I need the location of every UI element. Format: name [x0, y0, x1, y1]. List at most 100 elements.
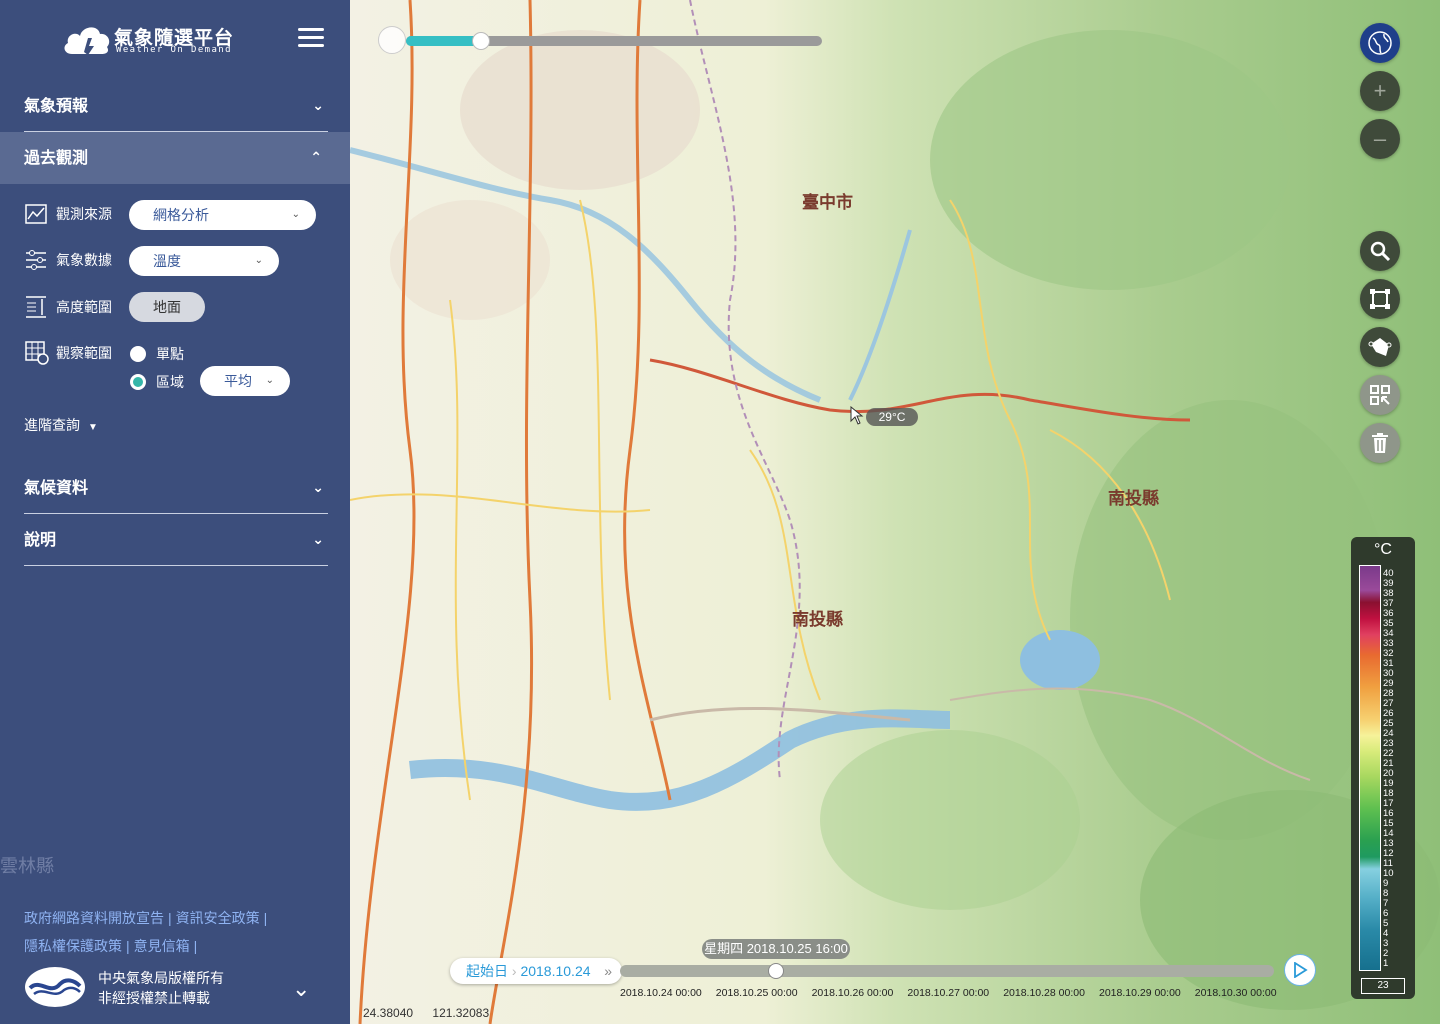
- source-row: 觀測來源: [24, 200, 112, 228]
- link-feedback[interactable]: 意見信箱: [134, 938, 190, 954]
- advanced-query-label: 進階查詢: [24, 417, 80, 433]
- link-open-data[interactable]: 政府網路資料開放宣告: [24, 910, 164, 926]
- cloud-logo-icon: [64, 27, 110, 55]
- menu-forecast-label: 氣象預報: [24, 96, 89, 115]
- zoom-in-button[interactable]: +: [1360, 71, 1400, 111]
- brand-subtitle: Weather On Demand: [116, 45, 232, 55]
- link-privacy[interactable]: 隱私權保護政策: [24, 938, 122, 954]
- longitude-readout: 121.32083: [432, 1006, 490, 1020]
- chevron-down-icon: ⌄: [312, 480, 324, 496]
- chevron-down-icon[interactable]: ⌄: [292, 976, 310, 1002]
- legend-tick-label: 1: [1383, 958, 1389, 969]
- layer-opacity-slider[interactable]: [378, 26, 826, 54]
- frame-icon: [1370, 289, 1390, 309]
- start-date-label: 起始日: [466, 963, 508, 979]
- background-map-label: 雲林縣: [0, 856, 54, 876]
- scope-area-radio[interactable]: 區域: [130, 372, 184, 392]
- height-label: 高度範圍: [56, 299, 112, 315]
- start-date-value: 2018.10.24: [520, 963, 591, 979]
- brand-logo[interactable]: 氣象隨選平台 Weather On Demand: [62, 20, 242, 60]
- search-icon: [1370, 241, 1391, 262]
- timeline-knob[interactable]: [767, 963, 784, 979]
- height-icon: [26, 296, 46, 318]
- cwb-logo-icon: [25, 967, 85, 1007]
- height-row: 高度範圍: [24, 293, 112, 321]
- zoom-out-button[interactable]: –: [1360, 119, 1400, 159]
- source-select[interactable]: 網格分析 ⌄: [129, 200, 316, 230]
- select-area-icon: [1370, 385, 1390, 405]
- plus-icon: +: [1373, 78, 1387, 103]
- opacity-knob[interactable]: [471, 32, 490, 50]
- map-view[interactable]: 臺中市 南投縣 南投縣 29°C + – 星期四 2018.10.25 16:0…: [350, 0, 1440, 1024]
- chevron-down-icon: ⌄: [265, 375, 274, 386]
- height-value: 地面: [153, 299, 181, 315]
- double-chevron-right-icon: »: [604, 963, 612, 979]
- timeline-tick-label: 2018.10.25 00:00: [715, 987, 798, 999]
- legend-current-value: 23: [1361, 978, 1405, 994]
- caret-down-icon: ▼: [88, 422, 98, 433]
- chart-source-icon: [25, 204, 47, 224]
- footer-links: 政府網路資料開放宣告 | 資訊安全政策 | 隱私權保護政策 | 意見信箱 |: [24, 910, 268, 954]
- chevron-down-icon: ⌄: [254, 255, 263, 266]
- menu-past-observation[interactable]: 過去觀測 ⌃: [0, 132, 350, 184]
- start-date-button[interactable]: 起始日 › 2018.10.24 »: [450, 958, 622, 984]
- legend-unit: °C: [1374, 541, 1392, 558]
- hamburger-icon[interactable]: [298, 28, 324, 50]
- copyright-line2: 非經授權禁止轉載: [98, 990, 210, 1006]
- grid-scope-icon: [25, 341, 49, 365]
- opacity-fill: [406, 36, 481, 46]
- radio-unselected: [130, 346, 146, 362]
- menu-help[interactable]: 說明 ⌄: [24, 514, 328, 566]
- select-area-button[interactable]: [1360, 375, 1400, 415]
- scope-row: 觀察範圍: [24, 339, 112, 367]
- aggregate-value: 平均: [224, 373, 252, 389]
- copyright-line1: 中央氣象局版權所有: [98, 970, 224, 986]
- data-select[interactable]: 溫度 ⌄: [129, 246, 279, 276]
- trash-icon: [1372, 433, 1388, 453]
- chevron-down-icon: ⌄: [312, 98, 324, 114]
- layers-icon[interactable]: [378, 26, 406, 54]
- map-label-nantou-east: 南投縣: [1108, 489, 1159, 509]
- temperature-legend: °C 40 39 38 37 36 35 34 33 32 31 30 29 28 27 26 25 24 23 2…: [1351, 537, 1415, 999]
- advanced-query-toggle[interactable]: 進階查詢 ▼: [24, 415, 98, 435]
- source-value: 網格分析: [153, 207, 209, 223]
- menu-climate[interactable]: 氣候資料 ⌄: [24, 462, 328, 514]
- aggregate-select[interactable]: 平均 ⌄: [200, 366, 290, 396]
- scope-point-label: 單點: [156, 346, 184, 362]
- sliders-icon: [26, 250, 46, 270]
- data-value: 溫度: [153, 253, 181, 269]
- globe-icon[interactable]: [1360, 23, 1400, 63]
- delete-button[interactable]: [1360, 423, 1400, 463]
- hover-temperature-tooltip: 29°C: [866, 408, 918, 426]
- timeline-tick-label: 2018.10.27 00:00: [907, 987, 990, 999]
- scope-area-label: 區域: [156, 374, 184, 390]
- cursor-coordinates: 24.38040 121.32083: [363, 1006, 505, 1020]
- scope-point-radio[interactable]: 單點: [130, 344, 184, 364]
- copyright: 中央氣象局版權所有 非經授權禁止轉載: [98, 968, 224, 1008]
- data-label: 氣象數據: [56, 252, 112, 268]
- height-select[interactable]: 地面: [129, 292, 205, 322]
- menu-climate-label: 氣候資料: [24, 478, 89, 497]
- menu-forecast[interactable]: 氣象預報 ⌄: [24, 80, 328, 132]
- cursor-arrow-icon: [850, 406, 864, 425]
- radio-selected: [130, 374, 146, 390]
- search-button[interactable]: [1360, 231, 1400, 271]
- data-row: 氣象數據: [24, 246, 112, 274]
- chevron-down-icon: ⌄: [291, 209, 300, 220]
- timeline-tick-label: 2018.10.30 00:00: [1194, 987, 1277, 999]
- scope-label: 觀察範圍: [56, 345, 112, 361]
- map-label-nantou: 南投縣: [792, 610, 843, 630]
- timeline-track[interactable]: [620, 965, 1274, 977]
- timeline-tick-label: 2018.10.29 00:00: [1099, 987, 1181, 999]
- chevron-up-icon: ⌃: [310, 150, 322, 166]
- play-button[interactable]: [1284, 954, 1316, 986]
- chevron-down-icon: ⌄: [312, 532, 324, 548]
- link-security[interactable]: 資訊安全政策: [176, 910, 260, 926]
- source-label: 觀測來源: [56, 206, 112, 222]
- play-icon: [1294, 962, 1308, 978]
- minus-icon: –: [1373, 126, 1387, 151]
- polygon-draw-icon: [1368, 338, 1392, 356]
- full-extent-button[interactable]: [1360, 279, 1400, 319]
- polygon-draw-button[interactable]: [1360, 327, 1400, 367]
- map-label-taichung: 臺中市: [802, 193, 853, 213]
